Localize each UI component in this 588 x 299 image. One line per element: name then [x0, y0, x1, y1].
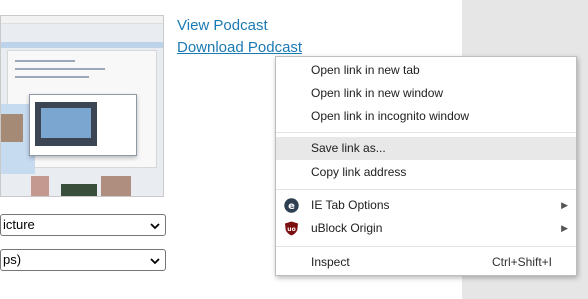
menu-item-inspect[interactable]: Inspect Ctrl+Shift+I [276, 251, 576, 274]
thumbnail-person [101, 176, 131, 196]
thumbnail-dark-area [61, 184, 97, 196]
ie-tab-icon: e [284, 198, 299, 213]
thumbnail-line [15, 76, 89, 78]
menu-separator [276, 189, 576, 190]
ublock-origin-icon: uo [284, 221, 299, 236]
view-podcast-link[interactable]: View Podcast [177, 17, 268, 34]
thumbnail-person [1, 114, 23, 142]
menu-item-open-new-window[interactable]: Open link in new window [276, 82, 576, 105]
menu-item-ublock-origin[interactable]: uo uBlock Origin ▶ [276, 217, 576, 240]
menu-item-label: Inspect [311, 255, 350, 269]
menu-separator [276, 246, 576, 247]
podcast-thumbnail[interactable] [0, 15, 164, 197]
menu-item-label: uBlock Origin [311, 221, 383, 235]
menu-item-label: Copy link address [311, 165, 407, 179]
thumbnail-line [15, 68, 105, 70]
menu-item-shortcut: Ctrl+Shift+I [491, 255, 552, 269]
menu-item-label: Save link as... [311, 141, 386, 155]
thumbnail-person [31, 176, 49, 196]
menu-item-ie-tab-options[interactable]: e IE Tab Options ▶ [276, 194, 576, 217]
thumbnail-inner-screen [41, 108, 91, 138]
select-dropdown-1[interactable]: icture [0, 214, 166, 236]
thumbnail-browser-bar [1, 16, 163, 24]
thumbnail-nav-bar [1, 42, 163, 48]
menu-item-open-new-tab[interactable]: Open link in new tab [276, 59, 576, 82]
select-value: ps) [3, 252, 22, 267]
svg-text:uo: uo [287, 226, 295, 233]
menu-item-open-incognito[interactable]: Open link in incognito window [276, 105, 576, 128]
submenu-arrow-icon: ▶ [561, 200, 568, 210]
select-value: icture [3, 217, 35, 232]
chevron-down-icon [149, 216, 161, 235]
submenu-arrow-icon: ▶ [561, 223, 568, 233]
menu-item-label: Open link in new window [311, 86, 444, 100]
menu-separator [276, 132, 576, 133]
menu-item-label: Open link in new tab [311, 63, 420, 77]
context-menu: Open link in new tab Open link in new wi… [275, 56, 577, 276]
thumbnail-line [15, 60, 75, 62]
menu-item-save-link-as[interactable]: Save link as... [276, 137, 576, 160]
chevron-down-icon [149, 251, 161, 270]
select-dropdown-2[interactable]: ps) [0, 249, 166, 271]
menu-item-label: IE Tab Options [311, 198, 390, 212]
menu-item-copy-link-address[interactable]: Copy link address [276, 161, 576, 184]
menu-item-label: Open link in incognito window [311, 109, 470, 123]
svg-text:e: e [288, 201, 295, 212]
download-podcast-link[interactable]: Download Podcast [177, 39, 302, 56]
